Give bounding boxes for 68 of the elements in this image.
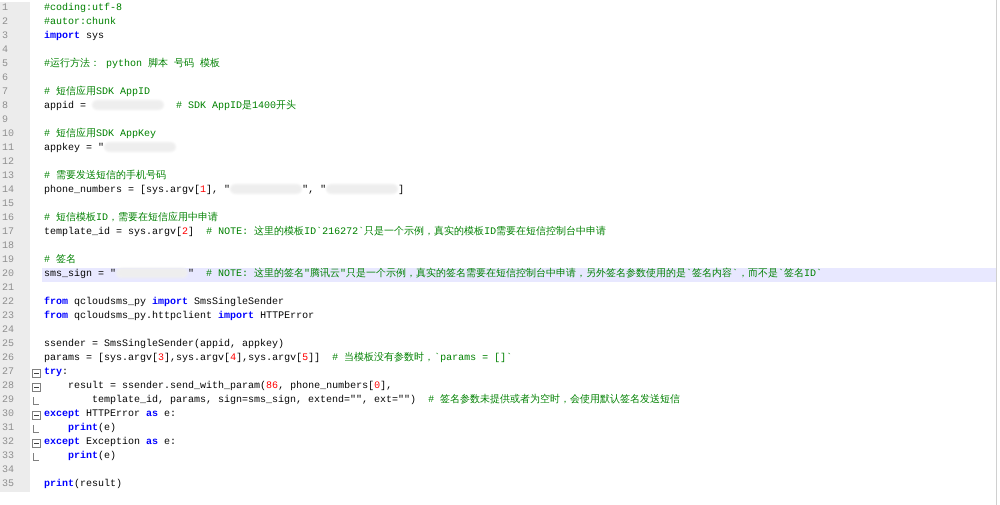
fold-end-icon [33, 425, 39, 433]
line-number: 13 [0, 170, 30, 184]
code-line: import sys [43, 30, 104, 44]
line-number: 4 [0, 44, 30, 58]
line-number: 2 [0, 16, 30, 30]
code-line: # 需要发送短信的手机号码 [43, 170, 166, 184]
line-number: 33 [0, 450, 30, 464]
code-line: template_id, params, sign=sms_sign, extend="", ext="") # 签名参数未提供或者为空时，会使用默认签名发送短信 [91, 394, 680, 408]
code-line: result = ssender.send_with_param(86, phone_numbers[0], [67, 380, 392, 394]
code-line: print(result) [43, 478, 122, 492]
line-number: 31 [0, 422, 30, 436]
line-number: 26 [0, 352, 30, 366]
fold-toggle-icon[interactable] [32, 382, 40, 392]
line-number: 27 [0, 366, 30, 380]
line-number: 22 [0, 296, 30, 310]
code-line: #autor:chunk [43, 16, 116, 30]
code-line: appkey = " [42, 142, 176, 156]
code-line: from qcloudsms_py import SmsSingleSender [43, 296, 284, 310]
line-number: 1 [0, 2, 30, 16]
fold-end-icon [33, 397, 39, 405]
line-number: 5 [0, 58, 30, 72]
line-number: 14 [0, 184, 30, 198]
fold-toggle-icon[interactable] [32, 438, 40, 448]
fold-toggle-icon[interactable] [32, 410, 40, 420]
code-line: try: [43, 366, 68, 380]
line-number: 35 [0, 478, 30, 492]
line-number: 28 [0, 380, 30, 394]
line-number: 12 [0, 156, 30, 170]
line-number: 7 [0, 86, 30, 100]
line-number: 32 [0, 436, 30, 450]
line-number: 15 [0, 198, 30, 212]
line-number: 23 [0, 310, 30, 324]
line-number: 30 [0, 408, 30, 422]
line-number: 8 [0, 100, 30, 114]
line-number: 3 [0, 30, 30, 44]
code-line: print(e) [67, 422, 116, 436]
code-line: from qcloudsms_py.httpclient import HTTPError [43, 310, 314, 324]
code-line: template_id = sys.argv[2] # NOTE: 这里的模板ID`216272`只是一个示例，真实的模板ID需要在短信控制台中申请 [43, 226, 606, 240]
code-line: # 短信模板ID，需要在短信应用中申请 [43, 212, 218, 226]
line-number: 17 [0, 226, 30, 240]
line-number: 10 [0, 128, 30, 142]
code-line: except Exception as e: [43, 436, 176, 450]
code-line: sms_sign = " " # NOTE: 这里的签名"腾讯云"只是一个示例，真实的签名需要在短信控制台中申请，另外签名参数使用的是`签名内容`，而不是`签名ID` [43, 268, 822, 282]
line-number: 24 [0, 324, 30, 338]
line-number: 34 [0, 464, 30, 478]
code-line: # 签名 [43, 254, 76, 268]
line-number: 16 [0, 212, 30, 226]
code-line: params = [sys.argv[3],sys.argv[4],sys.argv[5]] # 当模板没有参数时，`params = []` [43, 352, 512, 366]
code-line: # 短信应用SDK AppID [43, 86, 150, 100]
code-line: # 短信应用SDK AppKey [43, 128, 156, 142]
line-number: 19 [0, 254, 30, 268]
code-line: except HTTPError as e: [43, 408, 176, 422]
fold-toggle-icon[interactable] [32, 368, 40, 378]
code-line: print(e) [67, 450, 116, 464]
line-number: 20 [0, 268, 30, 282]
code-line: appid = # SDK AppID是1400开头 [43, 100, 296, 114]
line-number: 29 [0, 394, 30, 408]
line-number: 11 [0, 142, 30, 156]
line-number: 6 [0, 72, 30, 86]
line-number: 9 [0, 114, 30, 128]
code-line: phone_numbers = [sys.argv[1], " ", " ] [43, 184, 404, 198]
fold-end-icon [33, 453, 39, 461]
code-line: ssender = SmsSingleSender(appid, appkey) [43, 338, 284, 352]
code-line: #coding:utf-8 [43, 2, 122, 16]
line-number: 25 [0, 338, 30, 352]
line-number: 18 [0, 240, 30, 254]
line-number: 21 [0, 282, 30, 296]
code-line: #运行方法： python 脚本 号码 模板 [43, 58, 220, 72]
